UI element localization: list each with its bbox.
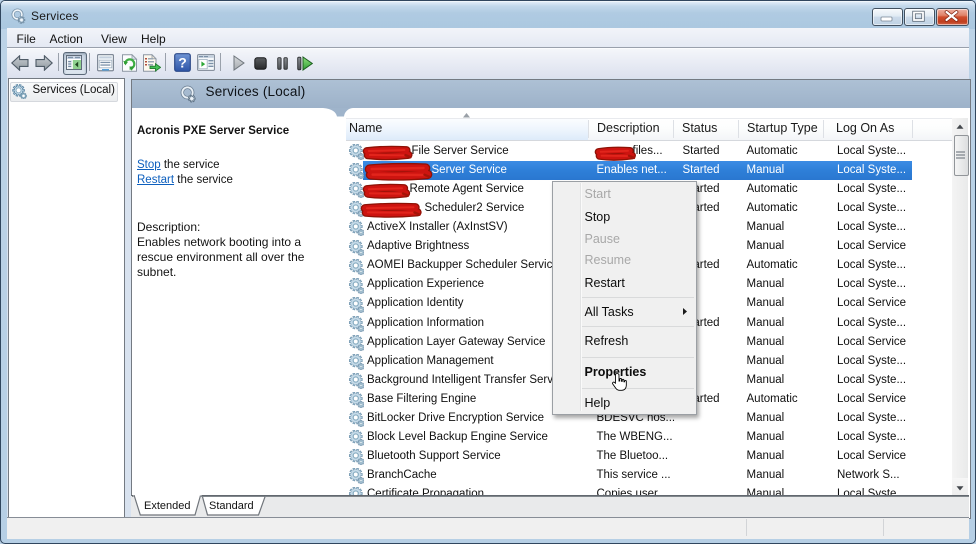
svg-text:?: ? [178,55,187,71]
